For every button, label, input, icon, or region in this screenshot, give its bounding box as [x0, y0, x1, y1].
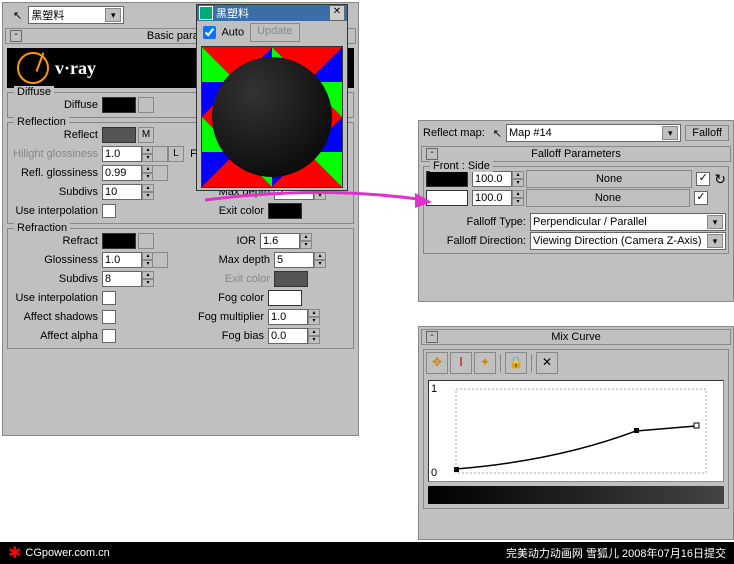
refl-subdivs-label: Subdivs [10, 186, 102, 198]
map-name-dropdown[interactable]: Map #14 [506, 124, 681, 142]
fog-mult-spinner[interactable]: ▴▾ [268, 309, 318, 325]
refl-exit-swatch[interactable] [268, 203, 302, 219]
add-point-tool[interactable]: ✦ [474, 352, 496, 374]
fog-color-swatch[interactable] [268, 290, 302, 306]
hilight-spinner[interactable]: ▴▾ [102, 146, 152, 162]
refract-label: Refract [10, 235, 102, 247]
diffuse-swatch[interactable] [102, 97, 136, 113]
front-swatch[interactable] [426, 171, 468, 187]
reflgloss-label: Refl. glossiness [10, 167, 102, 179]
falloff-dir-label: Falloff Direction: [426, 235, 530, 247]
reflect-map-label: Reflect map: [423, 127, 489, 139]
move-tool[interactable]: ✥ [426, 352, 448, 374]
refl-exit-label: Exit color [116, 205, 268, 217]
falloff-button[interactable]: Falloff [685, 125, 729, 141]
hilight-lock[interactable]: L [168, 146, 184, 162]
fog-bias-spinner[interactable]: ▴▾ [268, 328, 318, 344]
refl-interp-check[interactable] [102, 204, 116, 218]
front-spinner[interactable]: ▴▾ [472, 171, 522, 187]
reflect-map-slot[interactable]: M [138, 127, 154, 143]
refr-gloss-map[interactable] [152, 252, 168, 268]
scale-tool[interactable]: Ⅰ [450, 352, 472, 374]
refr-subdivs-label: Subdivs [10, 273, 102, 285]
close-icon[interactable]: ✕ [329, 5, 345, 21]
refract-map[interactable] [138, 233, 154, 249]
refl-subdivs-spinner[interactable]: ▴▾ [102, 184, 152, 200]
falloff-type-label: Falloff Type: [426, 216, 530, 228]
side-spinner[interactable]: ▴▾ [472, 190, 522, 206]
fog-mult-label: Fog multiplier [116, 311, 268, 323]
rollout-mixcurve[interactable]: -Mix Curve [421, 329, 731, 345]
gradient-bar [428, 486, 724, 504]
auto-check[interactable]: Auto [199, 23, 244, 42]
side-map-button[interactable]: None [526, 189, 690, 207]
reflect-swatch[interactable] [102, 127, 136, 143]
hilight-label: Hilight glossiness [10, 148, 102, 160]
refl-interp-label: Use interpolation [10, 205, 102, 217]
star-icon: ✱ [8, 543, 21, 563]
group-frontside: Front : Side [430, 160, 493, 172]
refr-interp-check[interactable] [102, 291, 116, 305]
falloff-dir-dropdown[interactable]: Viewing Direction (Camera Z-Axis) [530, 232, 726, 250]
refr-interp-label: Use interpolation [10, 292, 102, 304]
refr-maxdepth-spinner[interactable]: ▴▾ [274, 252, 324, 268]
swap-icon[interactable]: ↻ [714, 171, 726, 188]
affect-alpha-check[interactable] [102, 329, 116, 343]
pick-icon[interactable]: ↖ [13, 9, 22, 22]
refr-gloss-spinner[interactable]: ▴▾ [102, 252, 152, 268]
diffuse-map-slot[interactable] [138, 97, 154, 113]
affect-shadows-label: Affect shadows [10, 311, 102, 323]
ior-spinner[interactable]: ▴▾ [260, 233, 310, 249]
group-diffuse: Diffuse [14, 86, 54, 98]
preview-title: 黑塑料 [216, 5, 249, 21]
reflgloss-map[interactable] [152, 165, 168, 181]
update-button[interactable]: Update [250, 23, 299, 42]
front-enable-check[interactable]: ✓ [696, 172, 710, 186]
material-name-field[interactable]: 黑塑料 [28, 6, 124, 24]
pick-icon-2[interactable]: ↖ [493, 127, 502, 140]
hilight-map[interactable] [152, 146, 168, 162]
refr-exit-swatch [274, 271, 308, 287]
fog-color-label: Fog color [116, 292, 268, 304]
affect-alpha-label: Affect alpha [10, 330, 102, 342]
ior-label: IOR [154, 235, 260, 247]
preview-window[interactable]: 黑塑料 ✕ Auto Update [196, 4, 348, 191]
side-swatch[interactable] [426, 190, 468, 206]
refr-subdivs-spinner[interactable]: ▴▾ [102, 271, 152, 287]
preview-sphere [201, 46, 343, 188]
group-reflection: Reflection [14, 116, 69, 128]
reflgloss-spinner[interactable]: ▴▾ [102, 165, 152, 181]
fog-bias-label: Fog bias [116, 330, 268, 342]
refract-swatch[interactable] [102, 233, 136, 249]
curve-editor[interactable]: 1 0 [428, 380, 724, 482]
refr-exit-label: Exit color [152, 273, 274, 285]
refr-maxdepth-label: Max depth [168, 254, 274, 266]
refr-gloss-label: Glossiness [10, 254, 102, 266]
delete-tool[interactable]: ✕ [536, 352, 558, 374]
side-enable-check[interactable]: ✓ [694, 191, 708, 205]
preview-icon [199, 6, 213, 20]
footer-credit: 完美动力动画网 雪狐儿 2008年07月16日提交 [506, 545, 726, 561]
falloff-type-dropdown[interactable]: Perpendicular / Parallel [530, 213, 726, 231]
front-map-button[interactable]: None [526, 170, 692, 188]
reflect-label: Reflect [10, 129, 102, 141]
group-refraction: Refraction [14, 222, 70, 234]
affect-shadows-check[interactable] [102, 310, 116, 324]
snap-tool[interactable]: 🔒 [505, 352, 527, 374]
diffuse-label: Diffuse [10, 99, 102, 111]
footer-site: CGpower.com.cn [25, 547, 109, 559]
